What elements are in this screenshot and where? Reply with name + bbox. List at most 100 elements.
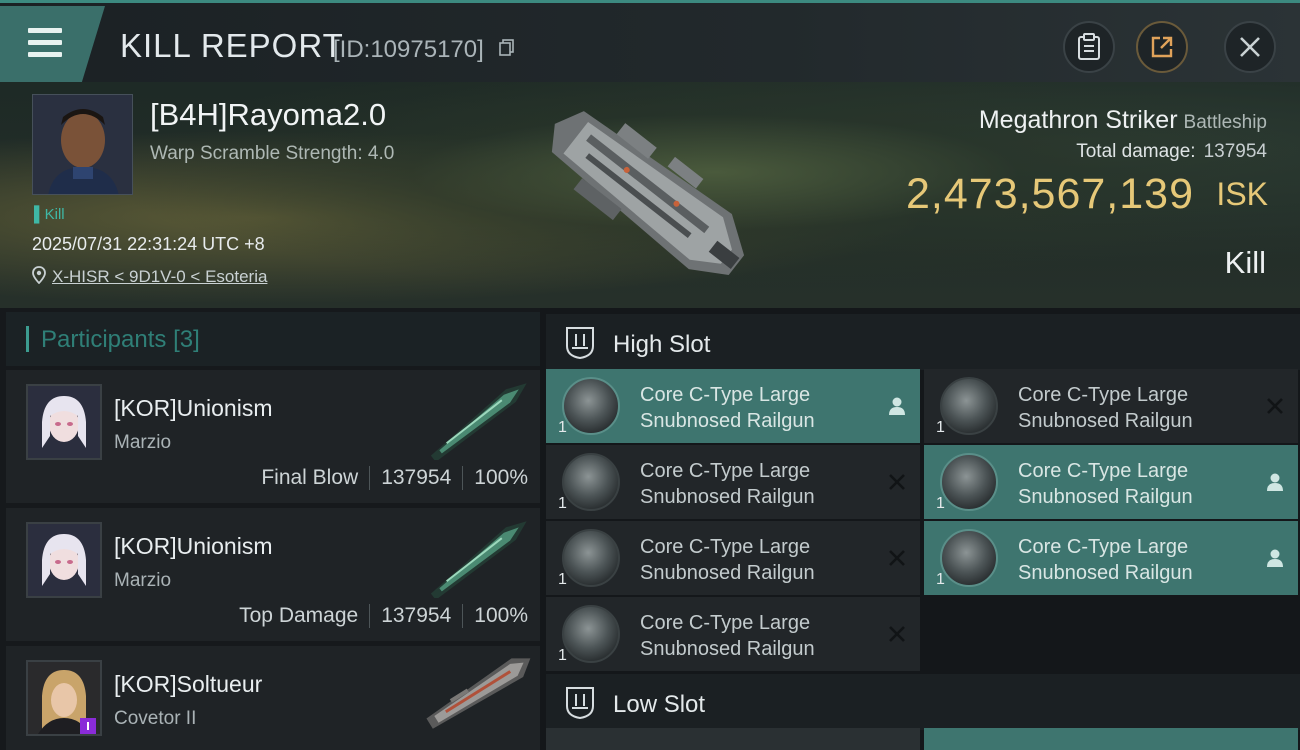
module-name-line1: Core C-Type Large [640,612,811,634]
module-name-line1: Core C-Type Large [1018,460,1189,482]
module-name-line1: Core C-Type Large [1018,384,1189,406]
railgun-icon [940,529,998,587]
close-icon [1240,37,1260,57]
module-name: Core C-Type Large Snubnosed Railgun [1018,534,1248,586]
menu-icon [28,28,62,64]
module-quantity: 1 [558,495,567,512]
high-slot-header: High Slot [546,314,1300,370]
participant-row[interactable]: [KOR]Unionism Marzio Top Damage 137954 100… [6,508,540,641]
low-slot-module-partial[interactable] [924,728,1298,750]
dropped-pilot-icon [889,397,905,415]
page-title: KILL REPORT [120,27,344,64]
kill-tag: ▌Kill [34,206,65,223]
high-slot-module[interactable]: 1 Core C-Type Large Snubnosed Railgun [546,521,920,595]
module-name-line1: Core C-Type Large [1018,536,1189,558]
railgun-icon [562,605,620,663]
participants-title: Participants [3] [41,326,200,353]
participants-accent-bar [26,326,29,352]
share-icon [1151,36,1173,58]
warp-scramble-strength: Warp Scramble Strength: 4.0 [150,143,395,164]
high-slot-module[interactable]: 1 Core C-Type Large Snubnosed Railgun [546,369,920,443]
total-damage: Total damage: 137954 [1076,141,1267,162]
module-quantity: 1 [558,419,567,436]
victim-ship-name[interactable]: Megathron Striker Battleship [979,106,1267,135]
module-name: Core C-Type Large Snubnosed Railgun [1018,458,1248,510]
participant-ship-image [430,521,527,598]
dropped-pilot-icon [1267,473,1283,491]
module-quantity: 1 [936,571,945,588]
destroyed-x-icon [889,474,905,490]
kill-location[interactable]: X-HISR < 9D1V-0 < Esoteria [32,266,267,287]
participant-avatar [26,522,102,598]
clipboard-button[interactable] [1063,21,1115,73]
victim-ship-image [551,111,745,275]
participant-ship: Marzio [114,570,172,591]
participant-ship-image [430,383,527,460]
railgun-icon [940,453,998,511]
module-name: Core C-Type Large Snubnosed Railgun [640,382,870,434]
low-slot-title: Low Slot [613,691,706,718]
module-quantity: 1 [558,571,567,588]
kill-result-label: Kill [1224,245,1266,280]
railgun-icon [562,377,620,435]
low-slot-header: Low Slot [546,674,1300,730]
module-name: Core C-Type Large Snubnosed Railgun [640,458,870,510]
isk-unit: ISK [1216,176,1268,212]
top-bar: KILL REPORT [ID:10975170] [0,0,1300,82]
high-slot-module[interactable]: 1 Core C-Type Large Snubnosed Railgun [924,445,1298,519]
module-quantity: 1 [936,419,945,436]
module-name-line2: Snubnosed Railgun [1018,486,1193,508]
victim-name[interactable]: [B4H]Rayoma2.0 [150,97,386,133]
high-slot-module[interactable]: 1 Core C-Type Large Snubnosed Railgun [546,597,920,671]
module-name: Core C-Type Large Snubnosed Railgun [640,534,870,586]
copy-icon[interactable] [499,39,515,57]
module-name: Core C-Type Large Snubnosed Railgun [640,610,870,662]
location-pin-icon [32,266,46,285]
high-slot-icon [566,327,594,360]
module-quantity: 1 [558,647,567,664]
low-slot-module-partial[interactable] [546,728,920,750]
module-name-line1: Core C-Type Large [640,460,811,482]
module-name-line1: Core C-Type Large [640,384,811,406]
module-name-line2: Snubnosed Railgun [1018,410,1193,432]
high-slot-module[interactable]: 1 Core C-Type Large Snubnosed Railgun [924,369,1298,443]
module-name-line2: Snubnosed Railgun [1018,562,1193,584]
destroyed-x-icon [889,626,905,642]
destroyed-x-icon [889,550,905,566]
participant-ship-image [426,658,531,729]
isk-value: 2,473,567,139 [906,170,1194,218]
railgun-icon [940,377,998,435]
high-slot-module[interactable]: 1 Core C-Type Large Snubnosed Railgun [546,445,920,519]
module-name-line2: Snubnosed Railgun [640,410,815,432]
participant-name: [KOR]Unionism [114,533,273,559]
participant-avatar [26,384,102,460]
report-id: [ID:10975170] [333,36,484,63]
destroyed-x-icon [1267,398,1283,414]
module-quantity: 1 [936,495,945,512]
participant-name: [KOR]Unionism [114,395,273,421]
close-button[interactable] [1224,21,1276,73]
menu-button[interactable] [0,6,105,82]
location-link[interactable]: X-HISR < 9D1V-0 < Esoteria [52,267,267,286]
participant-ship: Marzio [114,432,172,453]
participant-row[interactable]: [KOR]Unionism Marzio Final Blow 137954 100… [6,370,540,503]
participant-stats: Top Damage 137954 100% [239,604,528,629]
participant-row[interactable]: [KOR]Soltueur Covetor II [6,646,540,750]
low-slot-icon [566,687,594,720]
participant-stats: Final Blow 137954 100% [261,466,528,491]
module-name-line2: Snubnosed Railgun [640,562,815,584]
share-button[interactable] [1136,21,1188,73]
module-name-line2: Snubnosed Railgun [640,486,815,508]
clipboard-icon [1078,33,1100,60]
victim-avatar[interactable] [32,94,133,195]
railgun-icon [562,529,620,587]
kill-datetime: 2025/07/31 22:31:24 UTC +8 [32,234,265,254]
participant-name: [KOR]Soltueur [114,671,263,697]
railgun-icon [562,453,620,511]
participant-avatar [26,660,102,736]
module-name-line2: Snubnosed Railgun [640,638,815,660]
module-name-line1: Core C-Type Large [640,536,811,558]
module-name: Core C-Type Large Snubnosed Railgun [1018,382,1248,434]
high-slot-module[interactable]: 1 Core C-Type Large Snubnosed Railgun [924,521,1298,595]
participant-ship: Covetor II [114,708,197,729]
